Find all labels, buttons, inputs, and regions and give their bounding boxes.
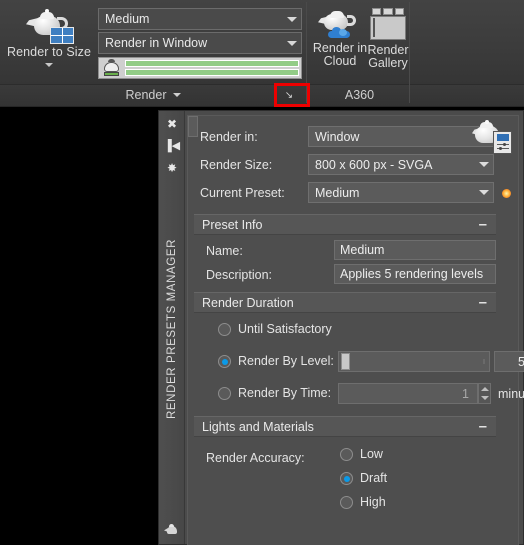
render-size-label: Render Size: (200, 158, 273, 172)
preset-description-field[interactable]: Applies 5 rendering levels (334, 264, 496, 284)
render-to-size-caret-icon[interactable] (45, 63, 53, 67)
auto-hide-icon[interactable]: ▐◀ (159, 137, 185, 155)
current-preset-value: Medium (315, 185, 360, 200)
chevron-down-icon[interactable] (283, 33, 301, 53)
preset-info-section-header[interactable]: Preset Info – (194, 214, 496, 235)
ribbon: Render to Size Medium Render in Window R… (0, 0, 524, 107)
teapot-properties-icon (472, 120, 512, 154)
render-size-value: 800 x 600 px - SVGA (315, 157, 433, 172)
teapot-cloud-icon (318, 10, 362, 40)
preset-description-label: Description: (206, 268, 272, 282)
dialog-launcher-highlight (274, 83, 310, 107)
render-presets-manager-palette: ✖ ▐◀ ✸ RENDER PRESETS MANAGER Render in:… (158, 110, 524, 545)
accuracy-high-radio[interactable] (340, 496, 353, 509)
chevron-down-icon[interactable] (283, 9, 301, 29)
render-by-time-label: Render By Time: (238, 386, 332, 400)
a360-panel-title-label: A360 (344, 88, 375, 102)
render-duration-title: Render Duration (202, 295, 294, 310)
render-in-row: Render in: Window (188, 126, 518, 152)
accuracy-high-label: High (360, 495, 386, 509)
render-level-slider[interactable] (338, 351, 490, 372)
close-icon[interactable]: ✖ (159, 115, 185, 133)
teapot-progress-icon (99, 58, 125, 78)
render-time-unit-label: minutes (498, 387, 524, 401)
render-size-combo[interactable]: 800 x 600 px - SVGA (308, 154, 494, 175)
accuracy-draft-radio[interactable] (340, 472, 353, 485)
render-destination-combo[interactable]: Render in Window (98, 32, 302, 54)
app-root: Render to Size Medium Render in Window R… (0, 0, 524, 545)
render-in-label: Render in: (200, 130, 258, 144)
render-time-value-field[interactable]: 1 (338, 383, 478, 404)
until-satisfactory-label: Until Satisfactory (238, 322, 332, 336)
current-preset-label: Current Preset: (200, 186, 285, 200)
properties-icon[interactable]: ✸ (159, 159, 185, 177)
sun-create-copy-icon[interactable] (500, 187, 513, 200)
accuracy-low-radio[interactable] (340, 448, 353, 461)
render-to-size-button[interactable]: Render to Size (4, 4, 94, 80)
render-in-value: Window (315, 129, 360, 144)
render-accuracy-label: Render Accuracy: (206, 451, 305, 465)
render-in-cloud-label-2: Cloud (323, 54, 357, 68)
collapse-icon[interactable]: – (479, 217, 496, 232)
lights-materials-title: Lights and Materials (202, 419, 314, 434)
render-in-combo[interactable]: Window (308, 126, 494, 147)
palette-sidebar: ✖ ▐◀ ✸ RENDER PRESETS MANAGER (159, 111, 185, 544)
render-progress-bar (98, 57, 302, 79)
cloud-icon (328, 27, 350, 38)
progress-bars (125, 60, 301, 76)
teapot-size-icon (26, 8, 74, 44)
render-level-value-field[interactable]: 5 (494, 351, 524, 372)
collapse-icon[interactable]: – (479, 295, 496, 310)
render-quality-combo[interactable]: Medium (98, 8, 302, 30)
a360-panel-title[interactable]: A360 (310, 84, 409, 106)
current-preset-combo[interactable]: Medium (308, 182, 494, 203)
collapse-icon[interactable]: – (479, 419, 496, 434)
accuracy-draft-label: Draft (360, 471, 388, 485)
until-satisfactory-radio[interactable] (218, 323, 231, 336)
render-by-time-radio[interactable] (218, 387, 231, 400)
slider-handle[interactable] (341, 353, 350, 370)
palette-title: RENDER PRESETS MANAGER (166, 239, 178, 419)
chevron-down-icon[interactable] (475, 162, 493, 167)
current-preset-row: Current Preset: Medium ✖ (188, 182, 524, 208)
gallery-icon (368, 8, 408, 42)
render-gallery-label-2: Gallery (368, 56, 408, 70)
preset-name-field[interactable]: Medium (334, 240, 496, 260)
slider-end-tick (483, 359, 485, 364)
render-quality-value: Medium (105, 12, 150, 26)
accuracy-low-label: Low (360, 447, 383, 461)
chevron-down-icon[interactable] (172, 93, 181, 97)
preset-info-title: Preset Info (202, 217, 263, 232)
render-panel-title-label: Render (125, 88, 167, 102)
render-to-size-label: Render to Size (6, 45, 92, 59)
render-size-row: Render Size: 800 x 600 px - SVGA (188, 154, 518, 180)
render-gallery-button[interactable]: Render Gallery (360, 4, 416, 80)
render-by-level-controls (188, 351, 518, 372)
teapot-icon (164, 524, 180, 536)
lights-materials-section-header[interactable]: Lights and Materials – (194, 416, 496, 437)
render-duration-section-header[interactable]: Render Duration – (194, 292, 496, 313)
render-panel-title[interactable]: Render (0, 84, 306, 106)
render-destination-value: Render in Window (105, 36, 208, 50)
chevron-down-icon[interactable] (475, 190, 493, 195)
palette-body: Render in: Window Render Size: 800 x 600… (187, 115, 524, 545)
render-time-spinner[interactable] (478, 383, 491, 404)
preset-name-label: Name: (206, 244, 243, 258)
